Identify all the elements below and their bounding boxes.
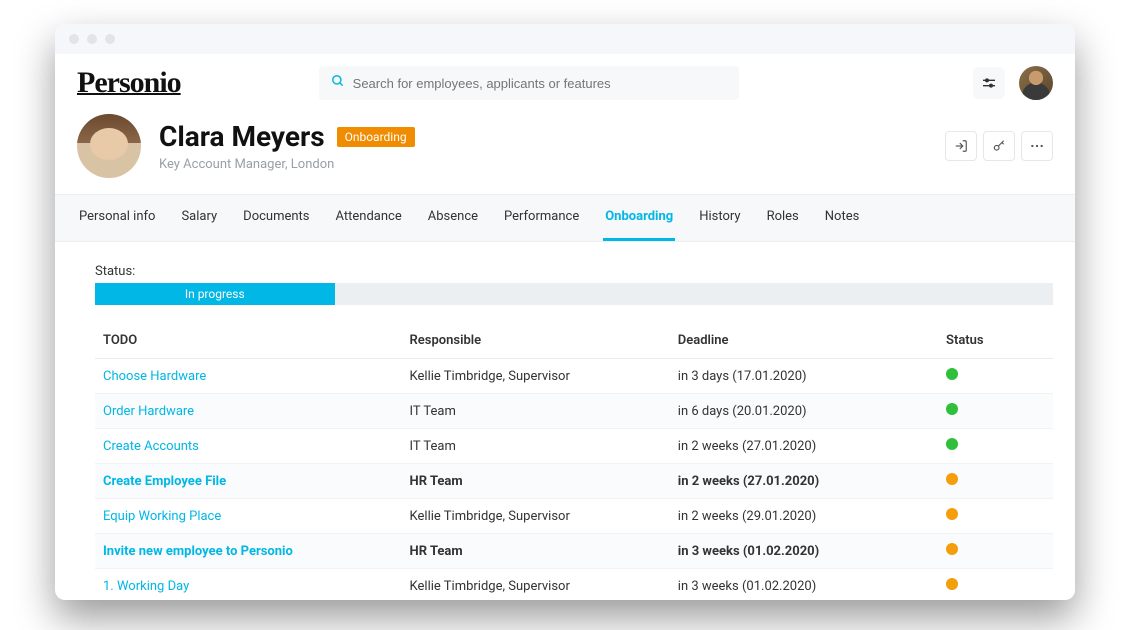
status-dot-green bbox=[946, 438, 958, 450]
search-icon bbox=[331, 74, 345, 92]
todo-link[interactable]: Order Hardware bbox=[103, 404, 194, 419]
cell-todo: Order Hardware bbox=[95, 394, 402, 429]
progress-fill: In progress bbox=[95, 283, 335, 305]
key-button[interactable] bbox=[983, 131, 1015, 161]
cell-deadline: in 2 weeks (29.01.2020) bbox=[670, 499, 938, 534]
cell-status bbox=[938, 359, 1053, 394]
status-badge: Onboarding bbox=[337, 127, 415, 147]
window-dot bbox=[69, 34, 79, 44]
window-titlebar bbox=[55, 24, 1075, 54]
table-row: 1. Working Day Kellie Timbridge, Supervis… bbox=[95, 569, 1053, 601]
cell-status bbox=[938, 429, 1053, 464]
tab-salary[interactable]: Salary bbox=[179, 195, 219, 241]
cell-status bbox=[938, 499, 1053, 534]
cell-deadline: in 3 days (17.01.2020) bbox=[670, 359, 938, 394]
search-box[interactable] bbox=[319, 66, 739, 100]
cell-todo: Create Employee File bbox=[95, 464, 402, 499]
search-input[interactable] bbox=[353, 76, 727, 91]
todo-link[interactable]: Create Employee File bbox=[103, 474, 226, 489]
tab-personal-info[interactable]: Personal info bbox=[77, 195, 157, 241]
todo-link[interactable]: 1. Working Day bbox=[103, 579, 189, 594]
cell-status bbox=[938, 464, 1053, 499]
cell-responsible: IT Team bbox=[402, 394, 670, 429]
status-dot-green bbox=[946, 403, 958, 415]
todo-link[interactable]: Invite new employee to Personio bbox=[103, 544, 293, 559]
table-row: Equip Working Place Kellie Timbridge, Sup… bbox=[95, 499, 1053, 534]
employee-avatar[interactable] bbox=[77, 114, 141, 178]
col-header-todo: TODO bbox=[95, 323, 402, 359]
todo-table: TODO Responsible Deadline Status Choose … bbox=[95, 323, 1053, 600]
more-button[interactable] bbox=[1021, 131, 1053, 161]
window-dot bbox=[87, 34, 97, 44]
cell-deadline: in 2 weeks (27.01.2020) bbox=[670, 429, 938, 464]
app-window: Personio Clara Meyers Onboarding Key Acc… bbox=[55, 24, 1075, 600]
status-dot-orange bbox=[946, 578, 958, 590]
table-header-row: TODO Responsible Deadline Status bbox=[95, 323, 1053, 359]
user-avatar[interactable] bbox=[1019, 66, 1053, 100]
cell-deadline: in 2 weeks (27.01.2020) bbox=[670, 464, 938, 499]
profile-header: Clara Meyers Onboarding Key Account Mana… bbox=[55, 110, 1075, 194]
status-dot-orange bbox=[946, 543, 958, 555]
cell-responsible: HR Team bbox=[402, 464, 670, 499]
tab-documents[interactable]: Documents bbox=[241, 195, 311, 241]
login-as-button[interactable] bbox=[945, 131, 977, 161]
cell-responsible: HR Team bbox=[402, 534, 670, 569]
window-dot bbox=[105, 34, 115, 44]
cell-deadline: in 6 days (20.01.2020) bbox=[670, 394, 938, 429]
cell-todo: Choose Hardware bbox=[95, 359, 402, 394]
tab-attendance[interactable]: Attendance bbox=[334, 195, 404, 241]
status-dot-orange bbox=[946, 473, 958, 485]
progress-bar: In progress bbox=[95, 283, 1053, 305]
tab-notes[interactable]: Notes bbox=[823, 195, 862, 241]
cell-todo: Equip Working Place bbox=[95, 499, 402, 534]
cell-responsible: Kellie Timbridge, Supervisor bbox=[402, 569, 670, 601]
app-logo[interactable]: Personio bbox=[77, 66, 181, 100]
status-label: Status: bbox=[95, 264, 1053, 279]
status-dot-green bbox=[946, 368, 958, 380]
table-row: Invite new employee to Personio HR Teamin… bbox=[95, 534, 1053, 569]
profile-info: Clara Meyers Onboarding Key Account Mana… bbox=[159, 120, 415, 172]
tab-roles[interactable]: Roles bbox=[765, 195, 801, 241]
tab-performance[interactable]: Performance bbox=[502, 195, 581, 241]
cell-responsible: Kellie Timbridge, Supervisor bbox=[402, 359, 670, 394]
tab-onboarding[interactable]: Onboarding bbox=[603, 195, 675, 241]
cell-deadline: in 3 weeks (01.02.2020) bbox=[670, 569, 938, 601]
cell-todo: Invite new employee to Personio bbox=[95, 534, 402, 569]
todo-link[interactable]: Choose Hardware bbox=[103, 369, 206, 384]
tab-bar: Personal info Salary Documents Attendance Ab… bbox=[55, 194, 1075, 242]
employee-name: Clara Meyers bbox=[159, 120, 325, 153]
topbar-right bbox=[973, 66, 1053, 100]
todo-link[interactable]: Create Accounts bbox=[103, 439, 199, 454]
cell-status bbox=[938, 394, 1053, 429]
col-header-deadline: Deadline bbox=[670, 323, 938, 359]
table-row: Order Hardware IT Teamin 6 days (20.01.20… bbox=[95, 394, 1053, 429]
content-area: Status: In progress TODO Responsible Dea… bbox=[55, 242, 1075, 600]
table-row: Create Accounts IT Teamin 2 weeks (27.01.… bbox=[95, 429, 1053, 464]
top-bar: Personio bbox=[55, 54, 1075, 110]
tab-absence[interactable]: Absence bbox=[426, 195, 480, 241]
tab-history[interactable]: History bbox=[697, 195, 742, 241]
col-header-responsible: Responsible bbox=[402, 323, 670, 359]
cell-deadline: in 3 weeks (01.02.2020) bbox=[670, 534, 938, 569]
status-dot-orange bbox=[946, 508, 958, 520]
cell-todo: Create Accounts bbox=[95, 429, 402, 464]
cell-todo: 1. Working Day bbox=[95, 569, 402, 601]
table-row: Choose Hardware Kellie Timbridge, Supervi… bbox=[95, 359, 1053, 394]
profile-actions bbox=[945, 131, 1053, 161]
settings-sliders-button[interactable] bbox=[973, 67, 1005, 99]
col-header-status: Status bbox=[938, 323, 1053, 359]
cell-status bbox=[938, 534, 1053, 569]
employee-subtitle: Key Account Manager, London bbox=[159, 157, 415, 172]
table-row: Create Employee File HR Teamin 2 weeks (2… bbox=[95, 464, 1053, 499]
cell-responsible: IT Team bbox=[402, 429, 670, 464]
cell-status bbox=[938, 569, 1053, 601]
todo-link[interactable]: Equip Working Place bbox=[103, 509, 221, 524]
cell-responsible: Kellie Timbridge, Supervisor bbox=[402, 499, 670, 534]
